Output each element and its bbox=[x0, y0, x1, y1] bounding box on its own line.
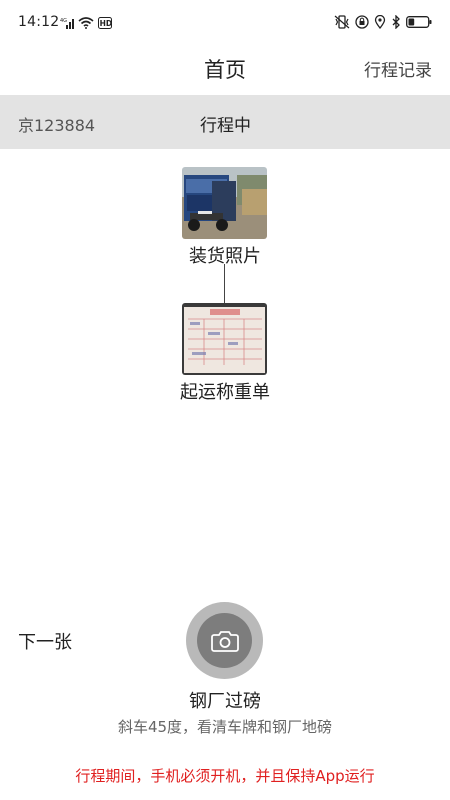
weigh-ticket-photo bbox=[182, 303, 267, 375]
status-time: 14:12 bbox=[18, 14, 60, 30]
location-icon bbox=[374, 14, 386, 30]
svg-text:HD: HD bbox=[100, 19, 112, 28]
bluetooth-icon bbox=[391, 14, 401, 30]
footer-warning: 行程期间，手机必须开机，并且保持App运行 bbox=[75, 767, 375, 785]
vibrate-icon bbox=[334, 14, 350, 30]
status-bar: 14:12 4G HD bbox=[0, 0, 450, 44]
weigh-ticket-thumbnail[interactable] bbox=[182, 303, 267, 375]
hd-icon: HD bbox=[98, 15, 112, 31]
license-plate: 京123884 bbox=[18, 116, 96, 135]
trip-status: 行程中 bbox=[200, 116, 251, 136]
loading-photo-label: 装货照片 bbox=[189, 246, 261, 267]
lock-rotation-icon bbox=[355, 14, 369, 30]
wifi-icon bbox=[78, 15, 94, 31]
capture-title: 钢厂过磅 bbox=[189, 691, 261, 712]
header: 首页 行程记录 bbox=[0, 44, 450, 94]
loading-photo-thumbnail[interactable] bbox=[182, 167, 267, 239]
trip-history-button[interactable]: 行程记录 bbox=[364, 56, 432, 81]
trip-bar: 京123884 行程中 bbox=[0, 95, 450, 149]
step-connector bbox=[224, 264, 225, 304]
next-button[interactable]: 下一张 bbox=[18, 628, 72, 654]
battery-icon bbox=[406, 14, 432, 30]
truck-photo bbox=[182, 167, 267, 239]
svg-text:4G: 4G bbox=[60, 18, 67, 24]
status-right-icons bbox=[334, 14, 432, 30]
weigh-ticket-label: 起运称重单 bbox=[180, 382, 270, 403]
camera-button-inner bbox=[197, 613, 252, 668]
camera-icon bbox=[210, 630, 239, 652]
camera-button[interactable] bbox=[186, 602, 263, 679]
signal-icon: 4G bbox=[60, 15, 74, 31]
status-left-icons: 4G HD bbox=[60, 15, 112, 31]
capture-hint: 斜车45度，看清车牌和钢厂地磅 bbox=[117, 718, 333, 736]
